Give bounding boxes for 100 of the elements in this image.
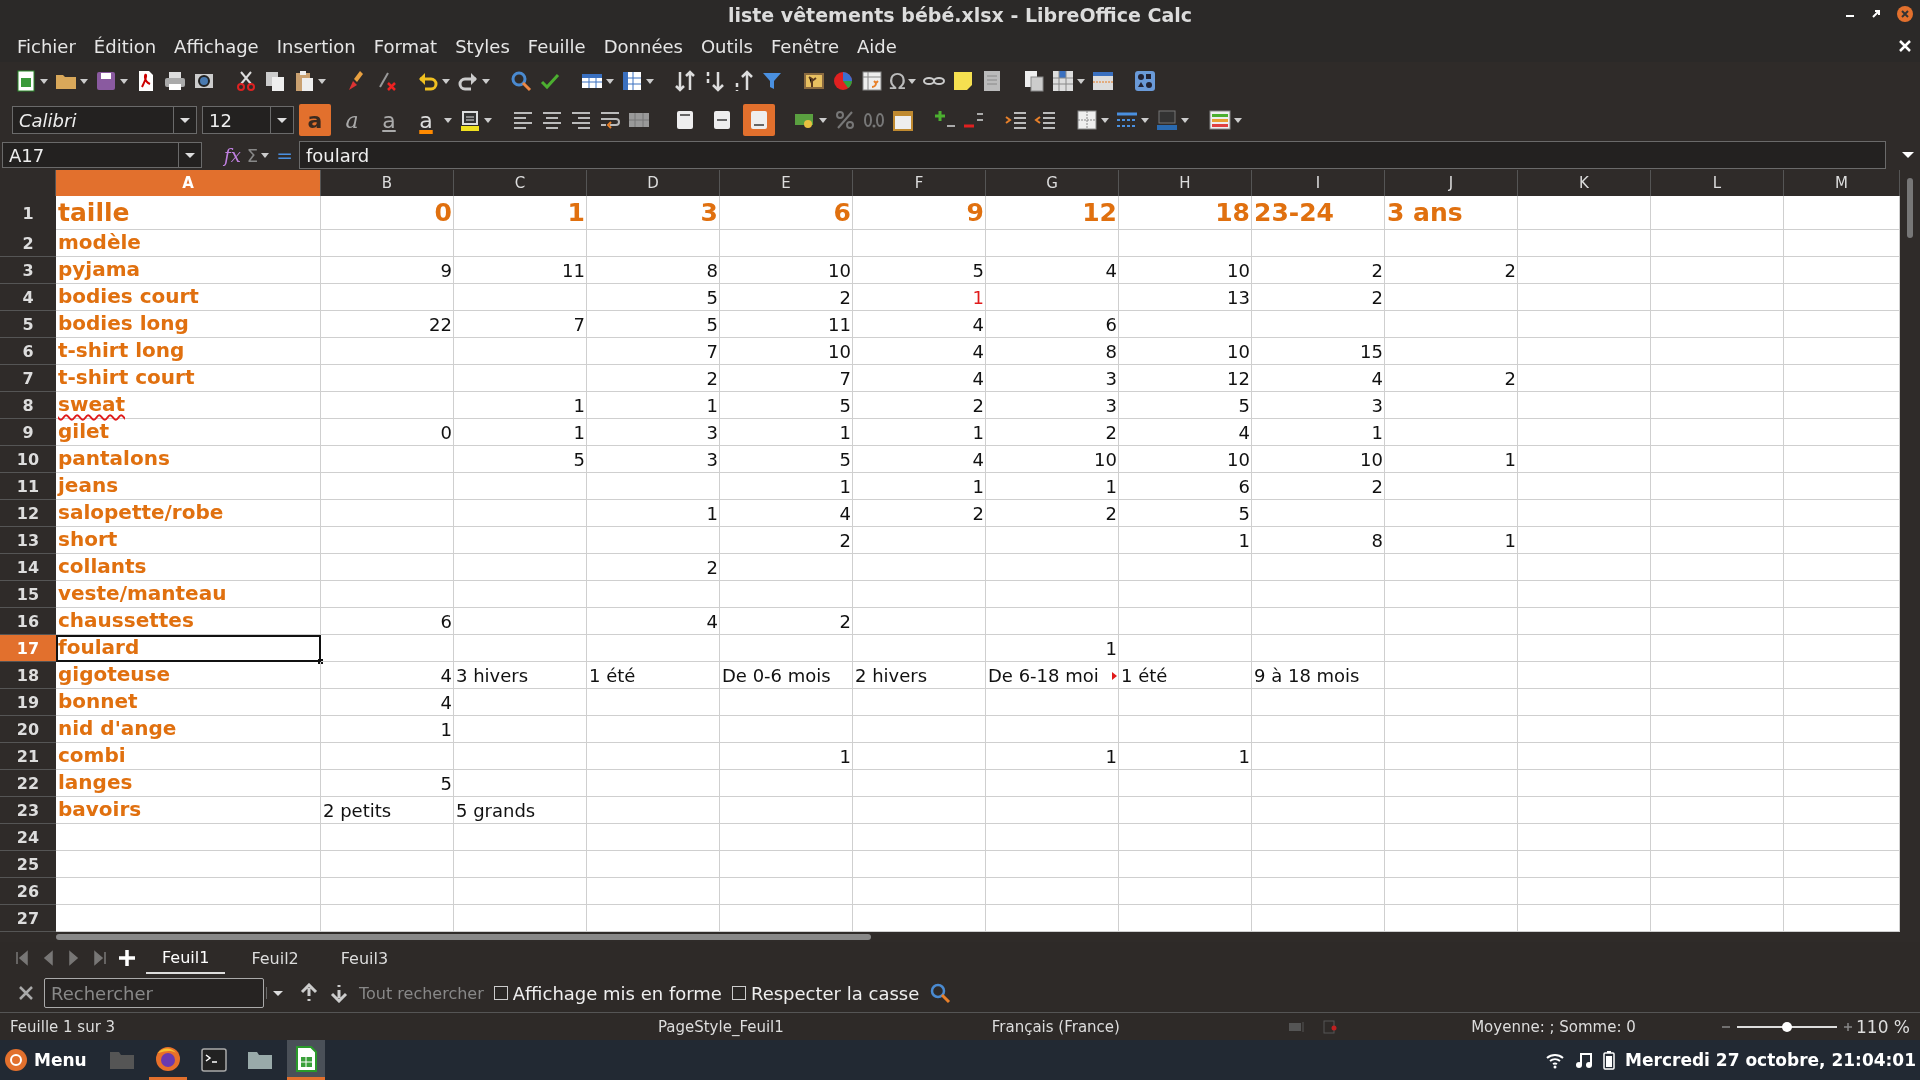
row-header[interactable]: 5 <box>0 311 56 338</box>
row-header[interactable]: 7 <box>0 365 56 392</box>
sheet-tab[interactable]: Feuil1 <box>146 942 226 974</box>
scrollbar-thumb[interactable] <box>56 934 871 940</box>
spreadsheet-icon[interactable] <box>14 69 38 93</box>
row-header[interactable]: 25 <box>0 851 56 878</box>
calendar-icon[interactable] <box>891 108 915 132</box>
menu-item[interactable]: Outils <box>691 35 762 57</box>
row-header[interactable]: 19 <box>0 689 56 716</box>
italic-button[interactable]: a <box>336 104 368 136</box>
freeze-grid-icon[interactable] <box>1050 69 1075 93</box>
row-header[interactable]: 23 <box>0 797 56 824</box>
zoom-in-icon[interactable] <box>1843 1021 1854 1032</box>
first-sheet-icon[interactable] <box>14 950 30 966</box>
close-icon[interactable] <box>18 985 34 1001</box>
scissors-icon[interactable] <box>234 69 258 93</box>
row-header[interactable]: 10 <box>0 446 56 473</box>
column-header[interactable]: F <box>853 170 986 196</box>
row-header[interactable]: 8 <box>0 392 56 419</box>
checkbox[interactable] <box>493 986 508 1000</box>
column-header[interactable]: I <box>1252 170 1385 196</box>
slider-thumb[interactable] <box>1782 1021 1793 1032</box>
percent-icon[interactable] <box>833 108 857 132</box>
find-replace-icon[interactable] <box>929 982 952 1004</box>
menu-item[interactable]: Fenêtre <box>761 35 848 57</box>
row-header[interactable]: 20 <box>0 716 56 743</box>
column-header[interactable]: H <box>1119 170 1252 196</box>
menu-item[interactable]: Feuille <box>518 35 595 57</box>
find-previous-icon[interactable] <box>299 983 319 1003</box>
special-character-button[interactable]: Ω <box>889 68 906 94</box>
row-header[interactable]: 18 <box>0 662 56 689</box>
pie-chart-icon[interactable] <box>831 69 855 93</box>
copy-icon[interactable] <box>263 69 287 93</box>
border-color-icon[interactable] <box>1155 108 1179 132</box>
column-header[interactable]: M <box>1784 170 1900 196</box>
menu-label[interactable]: Menu <box>34 1050 87 1070</box>
menu-item[interactable]: Format <box>364 35 447 57</box>
row-header[interactable]: 1 <box>0 196 56 231</box>
column-header[interactable]: L <box>1651 170 1784 196</box>
align-bottom-button[interactable] <box>743 104 775 136</box>
table-columns-icon[interactable] <box>620 69 644 93</box>
sum-button[interactable]: Σ <box>246 144 259 166</box>
row-header[interactable]: 16 <box>0 608 56 635</box>
taskbar-app[interactable] <box>286 1040 325 1080</box>
menu-item[interactable]: Styles <box>446 35 519 57</box>
column-header[interactable]: K <box>1518 170 1651 196</box>
row-header[interactable]: 2 <box>0 230 56 257</box>
split-window-icon[interactable] <box>1090 69 1115 93</box>
sheet-tab[interactable]: Feuil2 <box>235 943 315 973</box>
menu-item[interactable]: Insertion <box>267 35 365 57</box>
bold-button[interactable]: a <box>299 104 331 136</box>
pivot-table-icon[interactable] <box>860 69 884 93</box>
row-header[interactable]: 14 <box>0 554 56 581</box>
formula-button[interactable]: = <box>276 143 293 167</box>
sheet-tab[interactable]: Feuil3 <box>324 943 405 973</box>
row-header[interactable]: 4 <box>0 284 56 311</box>
row-header[interactable]: 21 <box>0 743 56 770</box>
search-field[interactable]: Rechercher <box>44 978 264 1008</box>
font-name-field[interactable]: Calibri <box>12 106 197 134</box>
row-header[interactable]: 24 <box>0 824 56 851</box>
plus-icon[interactable] <box>118 949 136 967</box>
wifi-icon[interactable] <box>1545 1051 1566 1069</box>
function-wizard-button[interactable]: fx <box>224 144 241 166</box>
row-header[interactable]: 11 <box>0 473 56 500</box>
column-header[interactable]: C <box>454 170 587 196</box>
underline-button[interactable]: a <box>373 104 405 136</box>
column-header[interactable]: J <box>1385 170 1518 196</box>
menu-item[interactable]: Données <box>594 35 692 57</box>
app-menu-icon[interactable] <box>4 1048 28 1072</box>
row-header[interactable]: 12 <box>0 500 56 527</box>
row-header[interactable]: 6 <box>0 338 56 365</box>
font-color-button[interactable]: a <box>410 104 442 136</box>
find-next-icon[interactable] <box>329 983 349 1003</box>
highlight-color-icon[interactable] <box>458 108 482 132</box>
spellcheck-icon[interactable] <box>509 69 533 93</box>
row-header[interactable]: 15 <box>0 581 56 608</box>
find-all-button[interactable]: Tout rechercher <box>359 983 484 1003</box>
maximize-icon[interactable] <box>1870 8 1882 20</box>
checkbox-label[interactable]: Affichage mis en forme <box>512 982 722 1004</box>
borders-icon[interactable] <box>1075 108 1099 132</box>
font-size-field[interactable]: 12 <box>202 106 294 134</box>
menu-item[interactable]: Édition <box>84 35 166 57</box>
column-header[interactable]: B <box>321 170 454 196</box>
last-sheet-icon[interactable] <box>92 950 108 966</box>
column-header[interactable]: E <box>720 170 853 196</box>
menu-item[interactable]: Aide <box>848 35 906 57</box>
row-header[interactable]: 3 <box>0 257 56 284</box>
menu-item[interactable]: Fichier <box>8 35 85 57</box>
save-icon[interactable] <box>94 69 118 93</box>
name-box[interactable]: A17 <box>2 142 202 168</box>
sort-icon[interactable] <box>673 69 697 93</box>
printer-icon[interactable] <box>163 69 187 93</box>
checkbox[interactable] <box>731 986 746 1000</box>
music-note-icon[interactable] <box>1575 1051 1594 1069</box>
conditional-format-icon[interactable] <box>1208 108 1232 132</box>
checkbox-label[interactable]: Respecter la casse <box>750 982 920 1004</box>
row-header[interactable]: 22 <box>0 770 56 797</box>
formula-input[interactable]: foulard <box>298 141 1886 169</box>
battery-icon[interactable] <box>1603 1050 1616 1070</box>
column-header[interactable]: D <box>587 170 720 196</box>
